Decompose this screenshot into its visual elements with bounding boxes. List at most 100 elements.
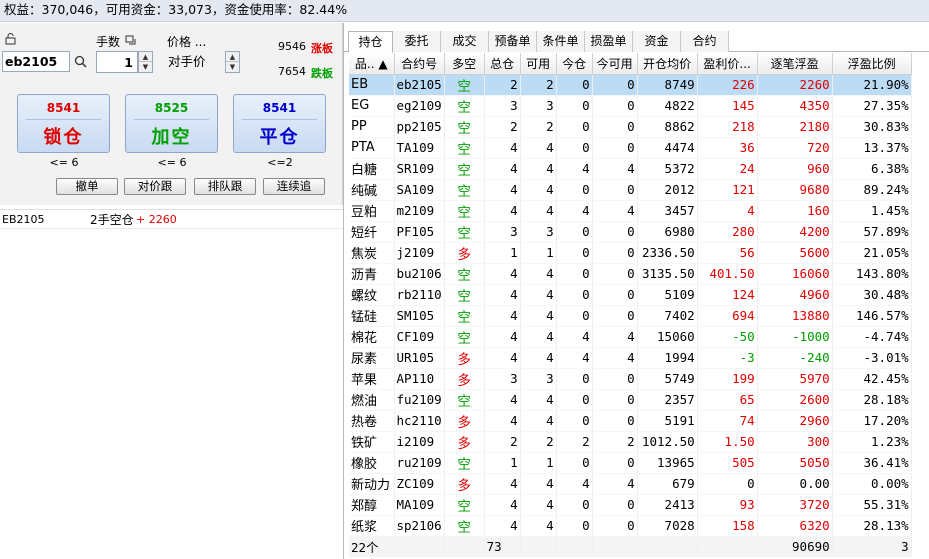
cell-today: 4 <box>556 158 593 180</box>
cell-available: 4 <box>520 347 557 369</box>
stepper-down-icon[interactable]: ▼ <box>139 62 152 72</box>
cell-today-available: 0 <box>592 137 638 159</box>
table-row[interactable]: 热卷 hc2110 多 4 4 0 0 5191 74 2960 17.20% <box>349 410 912 432</box>
col-header-direction[interactable]: 多空 <box>444 53 485 75</box>
table-row[interactable]: 豆粕 m2109 空 4 4 4 4 3457 4 160 1.45% <box>349 200 912 222</box>
table-row[interactable]: 螺纹 rb2110 空 4 4 0 0 5109 124 4960 30.48% <box>349 284 912 306</box>
tab-conditional-orders[interactable]: 条件单 <box>537 31 585 52</box>
cell-code: pp2105 <box>394 116 445 138</box>
cell-code: UR105 <box>394 347 445 369</box>
quantity-stepper[interactable]: ▲ ▼ <box>138 51 153 73</box>
cell-name: 锰硅 <box>349 305 395 327</box>
cell-code: AP110 <box>394 368 445 390</box>
table-row[interactable]: 尿素 UR105 多 4 4 4 4 1994 -3 -240 -3.01% <box>349 347 912 369</box>
col-header-profit-price[interactable]: 盈利价... <box>697 53 758 75</box>
table-row[interactable]: 铁矿 i2109 多 2 2 2 2 1012.50 1.50 300 1.23% <box>349 431 912 453</box>
col-header-code[interactable]: 合约号 <box>394 53 445 75</box>
tab-funds[interactable]: 资金 <box>633 31 681 52</box>
cell-available: 3 <box>520 368 557 390</box>
cell-available: 1 <box>520 242 557 264</box>
cell-today: 4 <box>556 200 593 222</box>
cell-profit-price: 1.50 <box>697 431 758 453</box>
col-header-available[interactable]: 可用 <box>520 53 557 75</box>
cell-open-avg: 2336.50 <box>637 242 698 264</box>
cell-today: 4 <box>556 473 593 495</box>
col-header-float-ratio[interactable]: 浮盈比例 <box>832 53 912 75</box>
table-header-row: 品.. ▲ 合约号 多空 总仓 可用 今仓 今可用 开仓均价 盈利价... 逐笔… <box>349 53 912 75</box>
table-row[interactable]: 锰硅 SM105 空 4 4 0 0 7402 694 13880 146.57% <box>349 305 912 327</box>
follow-queue-button[interactable]: 排队跟 <box>194 178 256 195</box>
table-row[interactable]: 白糖 SR109 空 4 4 4 4 5372 24 960 6.38% <box>349 158 912 180</box>
tab-positions[interactable]: 持仓 <box>348 31 393 53</box>
cell-today-available: 4 <box>592 326 638 348</box>
table-row[interactable]: EG eg2109 空 3 3 0 0 4822 145 4350 27.35% <box>349 95 912 117</box>
cell-available: 2 <box>520 116 557 138</box>
tab-stop-orders[interactable]: 损盈单 <box>585 31 633 52</box>
summary-pnl: + 2260 <box>136 213 177 226</box>
cancel-order-button[interactable]: 撤单 <box>56 178 118 195</box>
tab-orders[interactable]: 委托 <box>393 31 441 52</box>
cell-today: 0 <box>556 95 593 117</box>
cell-today: 0 <box>556 137 593 159</box>
link-icon[interactable] <box>125 35 136 46</box>
cell-direction: 空 <box>444 326 485 348</box>
close-position-button[interactable]: 8541 平仓 <box>233 94 326 153</box>
cell-direction: 空 <box>444 305 485 327</box>
table-row[interactable]: 沥青 bu2106 空 4 4 0 0 3135.50 401.50 16060 143.80% <box>349 263 912 285</box>
search-icon[interactable] <box>74 55 87 68</box>
cell-open-avg: 4822 <box>637 95 698 117</box>
cell-float-pnl: 5600 <box>757 242 833 264</box>
table-row[interactable]: EB eb2105 空 2 2 0 0 8749 226 2260 21.90% <box>349 74 912 96</box>
table-row[interactable]: 纯碱 SA109 空 4 4 0 0 2012 121 9680 89.24% <box>349 179 912 201</box>
col-header-today-available[interactable]: 今可用 <box>592 53 638 75</box>
cell-available: 4 <box>520 158 557 180</box>
col-header-today[interactable]: 今仓 <box>556 53 593 75</box>
follow-opposite-button[interactable]: 对价跟 <box>124 178 186 195</box>
cell-today: 0 <box>556 305 593 327</box>
cell-open-avg: 8749 <box>637 74 698 96</box>
continuous-chase-button[interactable]: 连续追 <box>263 178 325 195</box>
lock-position-button[interactable]: 8541 锁仓 <box>17 94 110 153</box>
cell-today-available: 4 <box>592 200 638 222</box>
col-header-float-pnl[interactable]: 逐笔浮盈 <box>757 53 833 75</box>
price-label[interactable]: 价格 ... <box>167 33 206 50</box>
table-row[interactable]: PP pp2105 空 2 2 0 0 8862 218 2180 30.83% <box>349 116 912 138</box>
contract-code-input[interactable] <box>2 51 70 72</box>
cell-today-available: 0 <box>592 515 638 537</box>
table-row[interactable]: PTA TA109 空 4 4 0 0 4474 36 720 13.37% <box>349 137 912 159</box>
cell-open-avg: 2413 <box>637 494 698 516</box>
cell-direction: 空 <box>444 494 485 516</box>
add-short-button[interactable]: 8525 加空 <box>125 94 218 153</box>
table-row[interactable]: 燃油 fu2109 空 4 4 0 0 2357 65 2600 28.18% <box>349 389 912 411</box>
price-type-stepper[interactable]: ▲ ▼ <box>225 51 240 73</box>
table-row[interactable]: 苹果 AP110 多 3 3 0 0 5749 199 5970 42.45% <box>349 368 912 390</box>
stepper-up-icon[interactable]: ▲ <box>139 52 152 62</box>
tab-trades[interactable]: 成交 <box>441 31 489 52</box>
table-row[interactable]: 郑醇 MA109 空 4 4 0 0 2413 93 3720 55.31% <box>349 494 912 516</box>
cell-today: 2 <box>556 431 593 453</box>
cell-profit-price: 0 <box>697 473 758 495</box>
cell-float-pnl: 960 <box>757 158 833 180</box>
lock-icon[interactable] <box>5 33 16 45</box>
position-summary[interactable]: EB2105 2手空仓 + 2260 <box>0 209 343 229</box>
cell-profit-price: 145 <box>697 95 758 117</box>
cell-float-pnl: 6320 <box>757 515 833 537</box>
quantity-input[interactable] <box>96 51 138 73</box>
col-header-total[interactable]: 总仓 <box>484 53 521 75</box>
price-down-icon[interactable]: ▼ <box>226 62 239 72</box>
table-row[interactable]: 棉花 CF109 空 4 4 4 4 15060 -50 -1000 -4.74% <box>349 326 912 348</box>
table-row[interactable]: 橡胶 ru2109 空 1 1 0 0 13965 505 5050 36.41% <box>349 452 912 474</box>
price-type-select[interactable]: 对手价 <box>166 51 218 73</box>
col-header-name[interactable]: 品.. ▲ <box>349 53 395 75</box>
tab-prepared-orders[interactable]: 预备单 <box>489 31 537 52</box>
table-row[interactable]: 焦炭 j2109 多 1 1 0 0 2336.50 56 5600 21.05% <box>349 242 912 264</box>
table-row[interactable]: 纸浆 sp2106 空 4 4 0 0 7028 158 6320 28.13% <box>349 515 912 537</box>
table-row[interactable]: 新动力 ZC109 多 4 4 4 4 679 0 0.00 0.00% <box>349 473 912 495</box>
col-header-open-avg[interactable]: 开仓均价 <box>637 53 698 75</box>
cell-float-pnl: 5970 <box>757 368 833 390</box>
cell-today-available: 0 <box>592 242 638 264</box>
cell-total: 3 <box>484 95 521 117</box>
price-up-icon[interactable]: ▲ <box>226 52 239 62</box>
table-row[interactable]: 短纤 PF105 空 3 3 0 0 6980 280 4200 57.89% <box>349 221 912 243</box>
tab-contracts[interactable]: 合约 <box>681 31 729 52</box>
